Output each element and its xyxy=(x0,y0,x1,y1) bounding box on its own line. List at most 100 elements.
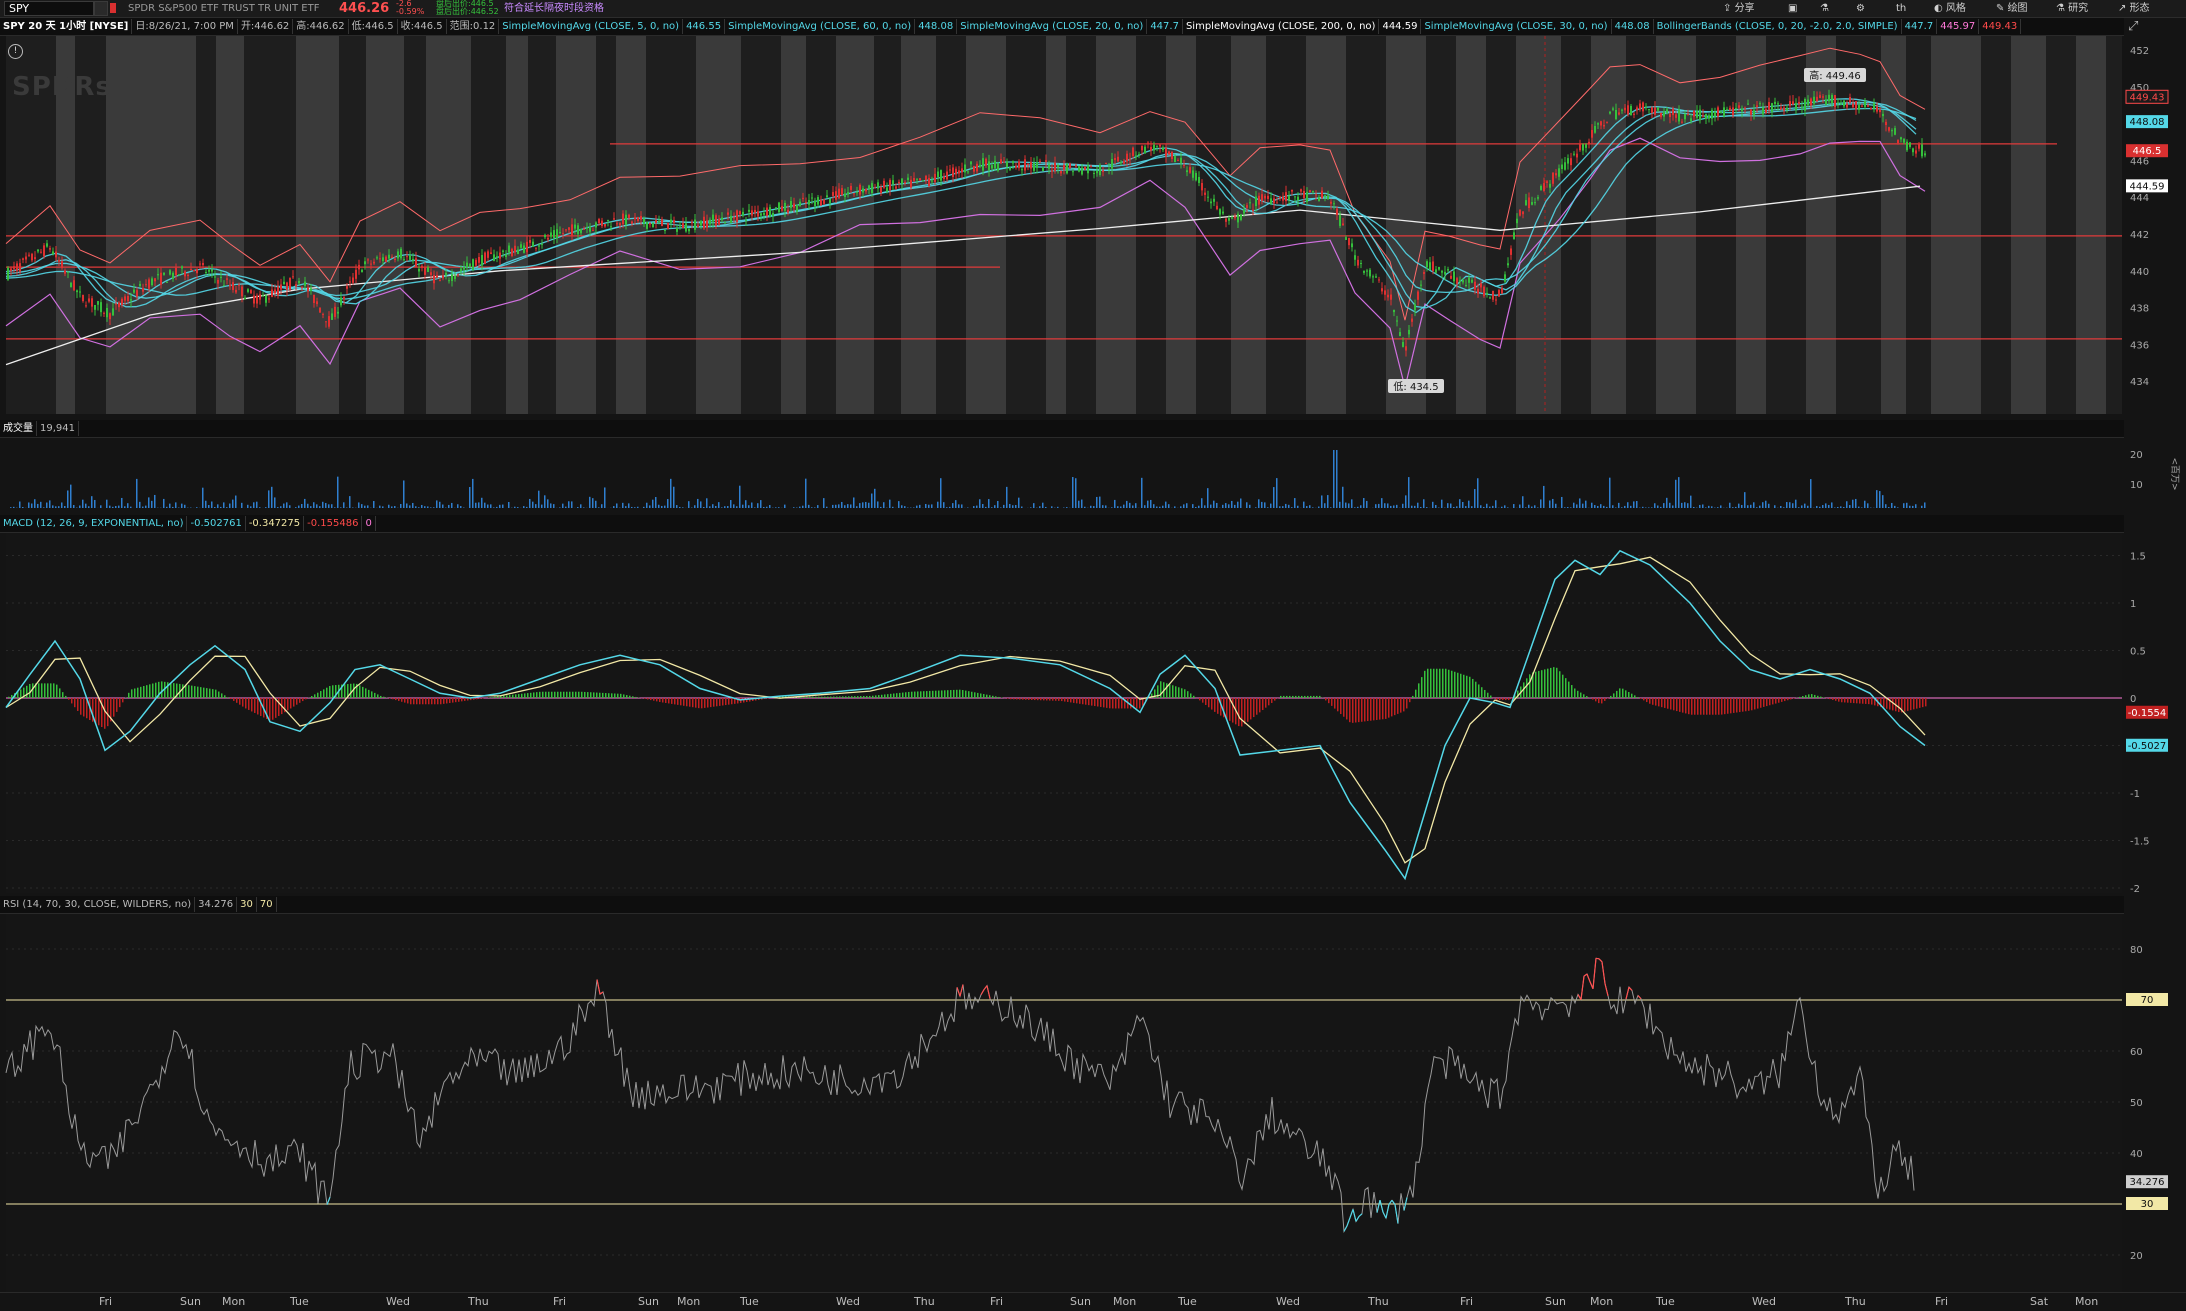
drawing-button[interactable]: ✎ 绘图 xyxy=(1996,1,2028,16)
rsi-chart[interactable]: 807060504030207034.27630 xyxy=(0,914,2186,1292)
volume-bar xyxy=(1735,507,1737,508)
macd-histogram-bar xyxy=(872,696,874,698)
sma200-label[interactable]: SimpleMovingAvg (CLOSE, 200, 0, no) xyxy=(1183,19,1380,34)
time-axis[interactable]: FriSunMonTueWedThuFriSunMonTueWedThuFriS… xyxy=(0,1292,2186,1311)
volume-bar xyxy=(1318,507,1320,508)
volume-bar xyxy=(301,504,303,508)
volume-bar xyxy=(1792,503,1794,508)
symbol-dropdown-button[interactable] xyxy=(94,1,108,16)
volume-bar xyxy=(700,501,702,508)
candle-body xyxy=(325,321,327,322)
macd-histogram-bar xyxy=(1310,696,1312,698)
sma5-label[interactable]: SimpleMovingAvg (CLOSE, 5, 0, no) xyxy=(499,19,683,34)
volume-bar xyxy=(1693,507,1695,508)
volume-chart[interactable]: 2010<百万> xyxy=(0,438,2186,512)
macd-value: -0.502761 xyxy=(187,516,245,531)
bollinger-label[interactable]: BollingerBands (CLOSE, 0, 20, -2.0, 2.0,… xyxy=(1654,19,1902,34)
candle-body xyxy=(1402,342,1404,347)
macd-histogram-bar xyxy=(812,697,814,698)
macd-histogram-bar xyxy=(1403,698,1405,711)
macd-histogram-bar xyxy=(1697,698,1699,715)
macd-histogram-bar xyxy=(539,692,541,698)
volume-bar xyxy=(1000,507,1002,508)
candle-body xyxy=(1099,165,1101,175)
macd-histogram-bar xyxy=(809,697,811,698)
candle-body xyxy=(478,257,480,263)
sma30-label[interactable]: SimpleMovingAvg (CLOSE, 30, 0, no) xyxy=(1421,19,1611,34)
macd-histogram-bar xyxy=(545,692,547,698)
macd-histogram-bar xyxy=(557,692,559,698)
price-chart[interactable]: 452450448446444442440438436434高: 449.46低… xyxy=(0,36,2186,418)
candle-body xyxy=(151,278,153,285)
volume-bar xyxy=(394,506,396,508)
macd-histogram-bar xyxy=(1217,698,1219,714)
candle-body xyxy=(328,316,330,327)
macd-histogram-bar xyxy=(1028,698,1030,700)
sma60-label[interactable]: SimpleMovingAvg (CLOSE, 60, 0, no) xyxy=(725,19,915,34)
rsi-label[interactable]: RSI (14, 70, 30, CLOSE, WILDERS, no) xyxy=(0,897,195,912)
alert-icon[interactable]: ! xyxy=(8,44,23,59)
volume-bar xyxy=(142,507,144,508)
flask-icon[interactable]: ⚗ xyxy=(1820,1,1829,16)
macd-histogram-bar xyxy=(1559,671,1561,698)
volume-bar xyxy=(1030,507,1032,508)
volume-bar xyxy=(28,502,30,508)
y-tick-label: 438 xyxy=(2130,304,2149,315)
candle-body xyxy=(67,272,69,273)
pattern-button[interactable]: ↗ 形态 xyxy=(2118,1,2150,16)
macd-histogram-bar xyxy=(1352,698,1354,723)
macd-histogram-bar xyxy=(1604,698,1606,701)
candle-body xyxy=(208,270,210,272)
candle-body xyxy=(1657,108,1659,111)
zoom-icon[interactable]: ⤢ xyxy=(2128,18,2148,35)
y-tick-label: 10 xyxy=(2130,480,2143,491)
share-button[interactable]: ⇪ 分享 xyxy=(1723,1,1755,16)
volume-bar xyxy=(1207,488,1209,508)
candle-body xyxy=(316,301,318,304)
volume-bar xyxy=(319,506,321,508)
candle-body xyxy=(1276,203,1278,204)
candle-body xyxy=(1666,109,1668,112)
candle-body xyxy=(1426,261,1428,267)
volume-bar xyxy=(1573,503,1575,508)
study-button[interactable]: ⚗ 研究 xyxy=(2056,1,2088,16)
macd-histogram-bar xyxy=(278,698,280,716)
volume-bar xyxy=(1819,507,1821,508)
candle-body xyxy=(655,220,657,223)
style-button[interactable]: ◐ 风格 xyxy=(1934,1,1966,16)
volume-bar xyxy=(676,505,678,508)
symbol-input[interactable]: SPY xyxy=(4,1,94,16)
macd-histogram-bar xyxy=(560,692,562,698)
macd-histogram-bar xyxy=(1241,698,1243,726)
volume-bar xyxy=(403,480,405,508)
candle-body xyxy=(1663,112,1665,117)
gear-icon[interactable]: ⚙ xyxy=(1856,1,1865,16)
macd-label[interactable]: MACD (12, 26, 9, EXPONENTIAL, no) xyxy=(0,516,187,531)
candle-body xyxy=(1552,172,1554,183)
volume-bar xyxy=(1123,505,1125,508)
volume-bar xyxy=(1732,507,1734,508)
macd-histogram-bar xyxy=(1319,696,1321,698)
volume-bar xyxy=(1906,503,1908,508)
volume-bar xyxy=(1909,506,1911,508)
candle-body xyxy=(661,219,663,226)
volume-bar xyxy=(1249,505,1251,508)
volume-bar xyxy=(559,507,561,508)
th-button[interactable]: th xyxy=(1896,1,1906,16)
candle-body xyxy=(1588,142,1590,144)
volume-bar xyxy=(325,503,327,508)
macd-histogram-bar xyxy=(674,698,676,704)
volume-bar xyxy=(565,507,567,508)
volume-bar xyxy=(208,505,210,508)
window-icon[interactable]: ▣ xyxy=(1788,1,1797,16)
candle-body xyxy=(955,169,957,175)
macd-histogram-bar xyxy=(1340,698,1342,714)
macd-histogram-bar xyxy=(620,694,622,698)
candle-body xyxy=(274,290,276,294)
sma20-label[interactable]: SimpleMovingAvg (CLOSE, 20, 0, no) xyxy=(957,19,1147,34)
volume-bar xyxy=(1162,506,1164,508)
candle-body xyxy=(1576,154,1578,158)
macd-histogram-bar xyxy=(1052,698,1054,701)
candle-body xyxy=(232,282,234,290)
macd-chart[interactable]: 1.510.50-0.5-1-1.5-2-0.1554-0.5027 xyxy=(0,533,2186,893)
